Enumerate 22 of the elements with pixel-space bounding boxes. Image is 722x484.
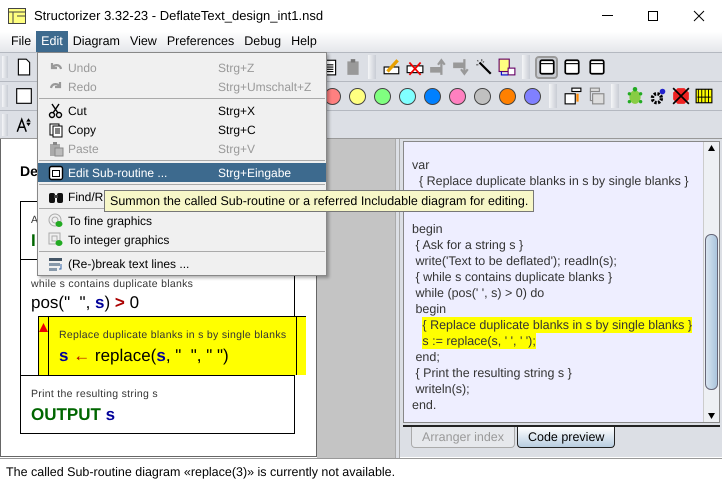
- code-line: end.: [412, 397, 438, 413]
- element-comment: Print the resulting string s: [31, 388, 158, 400]
- loop-condition: pos(" ", s) > 0: [31, 293, 140, 313]
- element-comment: Replace duplicate blanks in s by single blanks: [59, 329, 286, 341]
- code-line: { while s contains duplicate blanks }: [414, 269, 614, 285]
- window-title: Structorizer 3.32-23 - DeflateText_design_int1.nsd: [34, 8, 324, 23]
- diagram-title: De: [20, 163, 38, 181]
- code-line: writeln(s);: [414, 381, 471, 397]
- tooltip: Summon the called Sub-routine or a referred Includable diagram for editing.: [104, 190, 534, 212]
- instruction-text: OUTPUT s: [31, 405, 116, 425]
- code-line: while (pos(' ', s) > 0) do: [414, 285, 546, 301]
- code-line: { Replace duplicate blanks in s by single blanks }: [418, 173, 690, 189]
- element-comment: while s contains duplicate blanks: [31, 278, 194, 290]
- code-line: var: [412, 157, 430, 173]
- code-line: write('Text to be deflated'); readln(s);: [414, 253, 618, 269]
- call-text: s ← replace(s, " ", " "): [59, 346, 229, 366]
- code-line: begin: [412, 221, 444, 237]
- code-line: { Ask for a string s }: [414, 237, 524, 253]
- code-line: begin: [414, 301, 448, 317]
- instruction-text: I: [31, 231, 36, 251]
- code-line: { Print the resulting string s }: [414, 365, 573, 381]
- code-line: end;: [414, 349, 441, 365]
